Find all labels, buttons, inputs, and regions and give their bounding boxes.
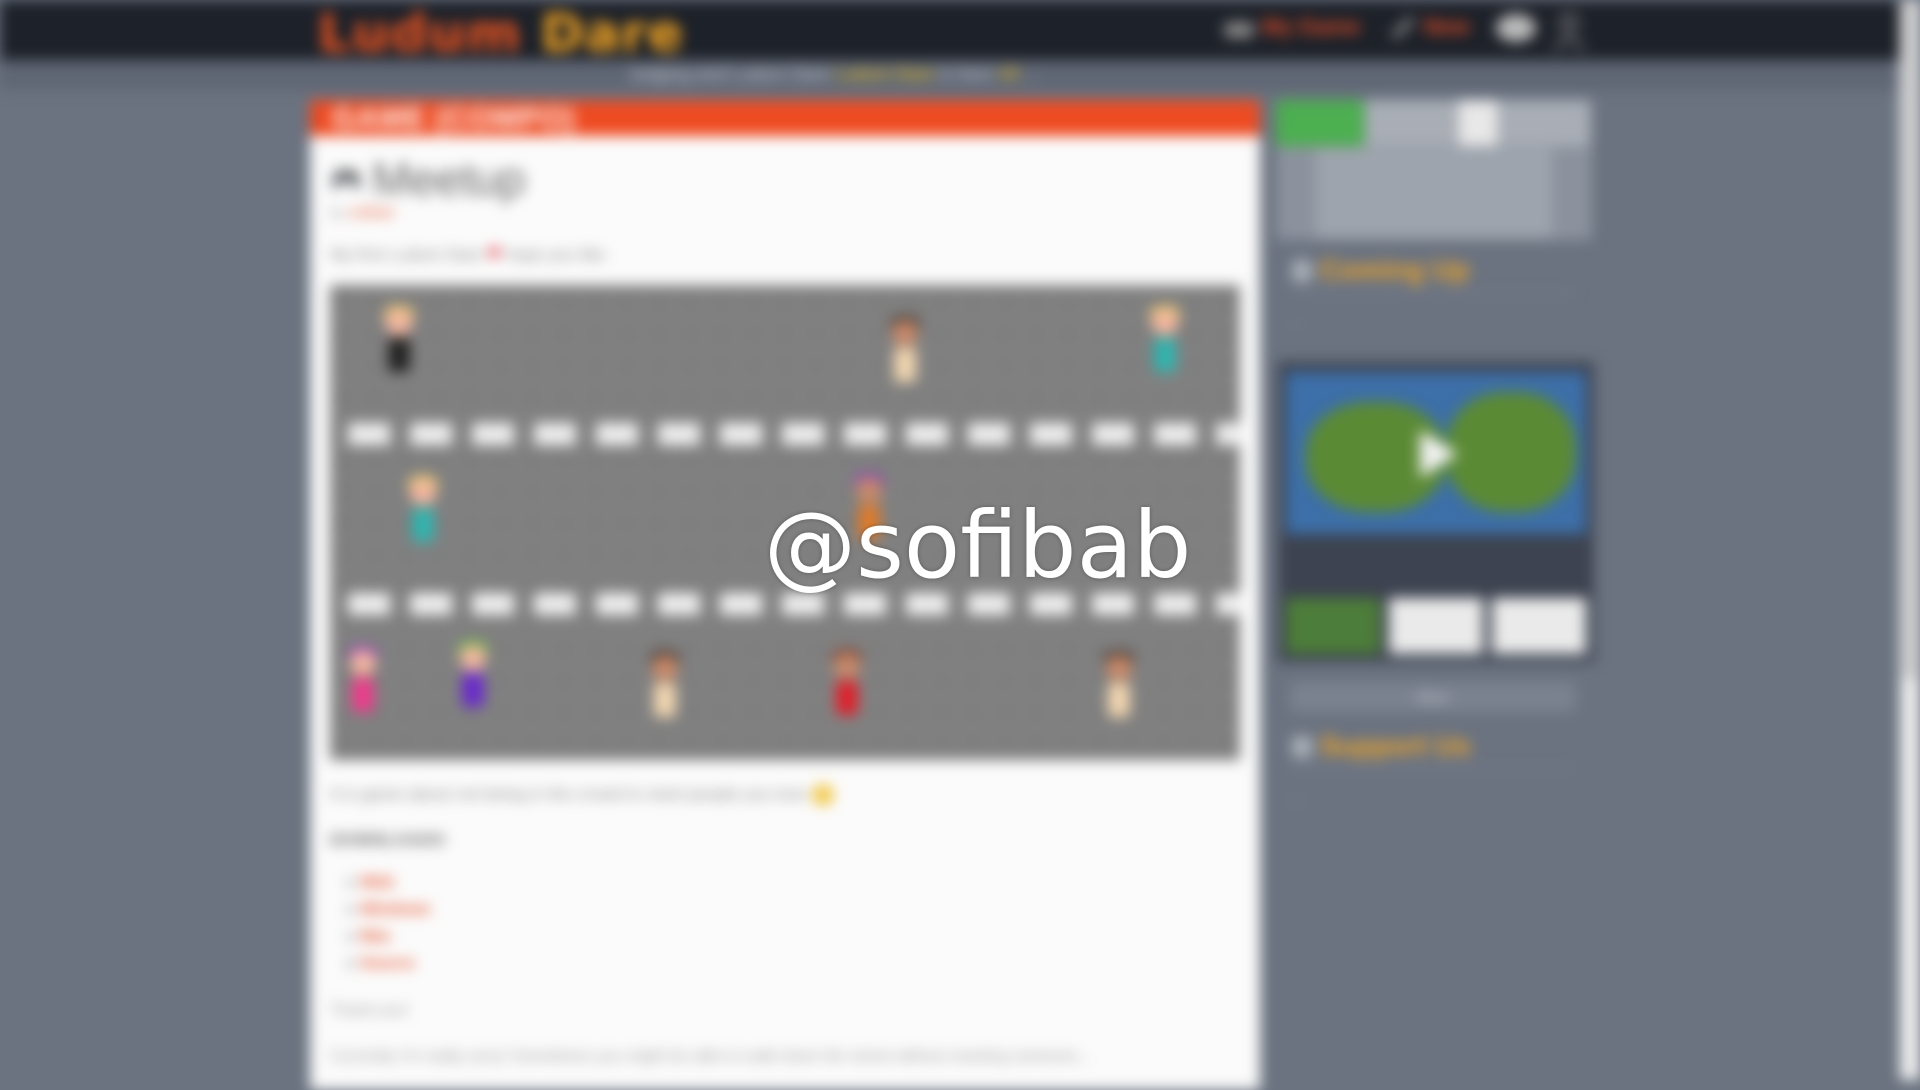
thumbnail[interactable] (1286, 598, 1380, 654)
lane-dash (1154, 423, 1196, 445)
crowd-person (382, 306, 416, 380)
lane-dash (1216, 423, 1240, 445)
crowd-person (1102, 651, 1136, 725)
user-icon[interactable] (1552, 12, 1586, 52)
event-calendar[interactable] (1276, 100, 1592, 240)
road-lane-markings (330, 423, 1240, 445)
lane-dash (348, 593, 390, 615)
download-link[interactable]: Windows (348, 899, 430, 926)
support-us-heading: Support Us (1320, 730, 1471, 761)
smiley-icon (811, 784, 834, 806)
divider (1290, 768, 1574, 770)
lane-dash (658, 423, 700, 445)
video-thumbnails (1286, 598, 1586, 654)
video-thumbnail (1286, 372, 1586, 534)
game-description: It is game about not being in the crowd … (330, 784, 834, 806)
download-link[interactable]: Mac (348, 926, 431, 953)
calendar-current-day (1276, 100, 1364, 146)
byline: by sofibab (330, 204, 394, 220)
top-nav-bar: Ludum Dare My Game New (0, 0, 1900, 64)
scrollbar-thumb[interactable] (1904, 0, 1916, 680)
crowd-person (456, 641, 490, 715)
lane-dash (782, 423, 824, 445)
thumbnail[interactable] (1492, 598, 1586, 654)
lane-dash (534, 593, 576, 615)
lane-dash (596, 593, 638, 615)
coming-up-heading: Coming Up (1320, 254, 1470, 285)
pencil-icon (1391, 16, 1415, 40)
lane-dash (410, 423, 452, 445)
crowd-person (406, 476, 440, 550)
divider (1290, 292, 1574, 294)
lane-dash (1092, 423, 1134, 445)
crowd-person (830, 649, 864, 723)
site-logo[interactable]: Ludum Dare (318, 4, 684, 64)
lane-dash (968, 423, 1010, 445)
gamepad-icon: 🎮 (330, 164, 363, 194)
more-button[interactable]: More (1290, 682, 1576, 712)
lane-dash (596, 423, 638, 445)
download-link[interactable]: Source (348, 953, 431, 980)
tagline: My first Ludum Dare ♥ hope you like (330, 240, 606, 265)
lane-dash (720, 593, 762, 615)
game-title: Meetup (372, 153, 526, 205)
lane-dash (534, 423, 576, 445)
game-type-banner: GAME (COMPO) (310, 100, 1260, 136)
lane-dash (844, 423, 886, 445)
download-link[interactable]: Web (348, 872, 431, 899)
downloads-header: DOWNLOADS (330, 832, 446, 849)
support-icon (1292, 736, 1312, 758)
lane-dash (348, 423, 390, 445)
chat-icon[interactable] (1494, 12, 1538, 48)
thumbnail[interactable] (1389, 598, 1483, 654)
gamepad-icon (1224, 22, 1254, 38)
crowd-person (1148, 306, 1182, 380)
crowd-person (888, 316, 922, 390)
lane-dash (720, 423, 762, 445)
lane-dash (1216, 593, 1240, 615)
crowd-person (648, 651, 682, 725)
calendar-icon (1292, 260, 1312, 282)
lane-dash (472, 423, 514, 445)
my-game-link[interactable]: My Game (1262, 14, 1360, 40)
crowd-person (346, 646, 380, 720)
lane-dash (906, 423, 948, 445)
downloads-list: Web Windows Mac Source (348, 872, 431, 980)
announcement-text: Judging and Ludum Dare Ludum Dare is her… (628, 64, 1041, 84)
watermark-text: @sofibab (764, 492, 1192, 599)
support-text: ... (1290, 788, 1302, 804)
lane-dash (1030, 423, 1072, 445)
thanks-text: Thank you! (330, 1002, 410, 1019)
heart-icon: ♥ (487, 240, 501, 265)
body-paragraph: Currently I'm really sorry! Sometimes yo… (330, 1048, 1091, 1065)
lane-dash (472, 593, 514, 615)
new-link[interactable]: New (1424, 14, 1469, 40)
coming-up-text: ... (1290, 311, 1302, 327)
featured-video[interactable] (1278, 362, 1594, 662)
lane-dash (658, 593, 700, 615)
play-icon[interactable] (1420, 430, 1458, 478)
author-link[interactable]: sofibab (349, 204, 394, 220)
lane-dash (410, 593, 452, 615)
